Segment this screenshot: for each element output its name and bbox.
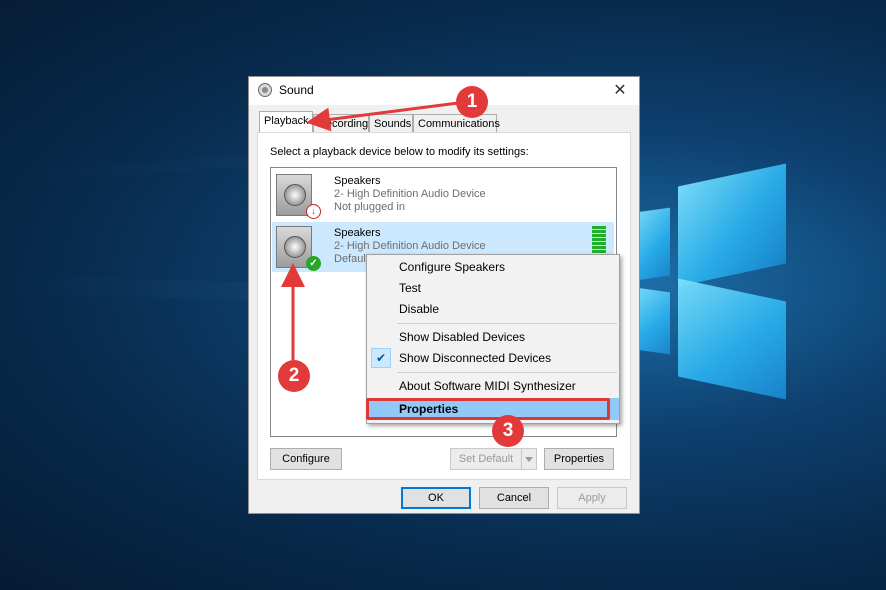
annotation-step-1: 1 xyxy=(456,86,488,118)
annotation-arrows xyxy=(281,101,459,360)
annotation-step-3: 3 xyxy=(492,415,524,447)
annotation-arrow-1 xyxy=(306,101,459,132)
annotation-step-2: 2 xyxy=(278,360,310,392)
